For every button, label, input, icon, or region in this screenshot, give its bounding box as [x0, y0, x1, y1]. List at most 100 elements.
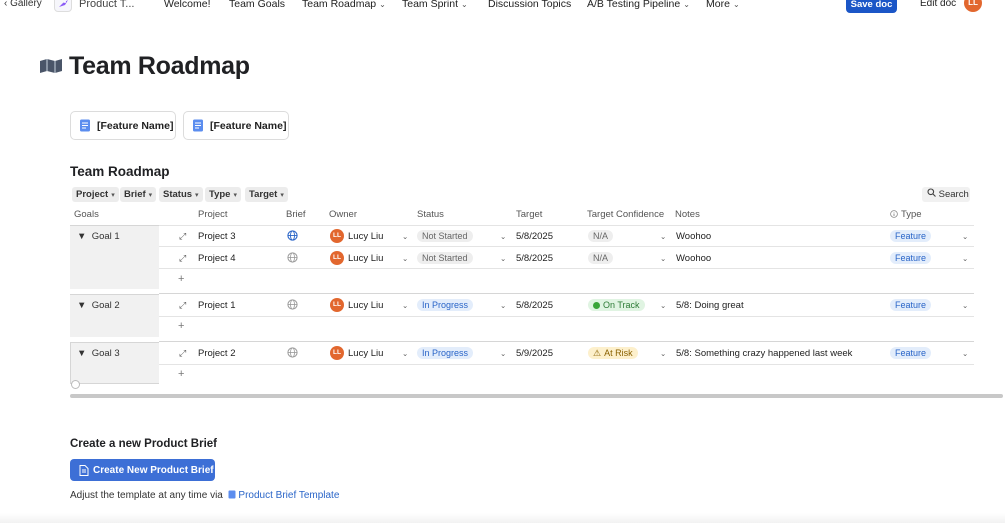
new-document-icon [79, 464, 89, 476]
project-cell[interactable]: Project 4 [198, 253, 236, 264]
group-toggle-goal-2[interactable]: ▼ Goal 2 [77, 300, 120, 311]
type-badge[interactable]: Feature [890, 230, 932, 242]
expand-row-icon[interactable]: ⤢ [179, 300, 186, 311]
nav-welcome[interactable]: Welcome! [164, 0, 211, 10]
column-header-goals[interactable]: Goals [74, 209, 99, 220]
chevron-down-icon[interactable]: ⌄ [962, 349, 968, 358]
nav-team-roadmap[interactable]: Team Roadmap ⌄ [302, 0, 386, 10]
table-search-button[interactable]: Search [922, 187, 970, 202]
confidence-badge[interactable]: N/A [588, 252, 614, 264]
target-cell[interactable]: 5/8/2025 [516, 253, 553, 264]
owner-cell[interactable]: Lucy Liu [348, 348, 383, 359]
column-header-status[interactable]: Status [417, 209, 444, 220]
chevron-down-icon[interactable]: ⌄ [660, 254, 666, 263]
type-badge[interactable]: Feature [890, 252, 932, 264]
chevron-down-icon[interactable]: ⌄ [660, 301, 666, 310]
chevron-down-icon[interactable]: ⌄ [402, 301, 408, 310]
save-doc-button[interactable]: Save doc [846, 0, 897, 13]
project-cell[interactable]: Project 1 [198, 300, 236, 311]
column-header-brief[interactable]: Brief [286, 209, 306, 220]
feature-card[interactable]: [Feature Name] [70, 111, 176, 140]
feature-card[interactable]: [Feature Name] [183, 111, 289, 140]
chevron-down-icon[interactable]: ⌄ [402, 254, 408, 263]
column-header-owner[interactable]: Owner [329, 209, 357, 220]
target-cell[interactable]: 5/9/2025 [516, 348, 553, 359]
column-header-label: Type [901, 209, 922, 220]
globe-icon[interactable] [287, 299, 298, 310]
gallery-back-link[interactable]: ‹ Gallery [4, 0, 42, 9]
notes-cell[interactable]: Woohoo [676, 231, 711, 242]
add-group-icon[interactable] [71, 380, 80, 389]
user-avatar[interactable]: LL [964, 0, 982, 12]
notes-cell[interactable]: 5/8: Doing great [676, 300, 744, 311]
column-header-notes[interactable]: Notes [675, 209, 700, 220]
chevron-down-icon[interactable]: ⌄ [500, 232, 506, 241]
chevron-down-icon[interactable]: ⌄ [402, 232, 408, 241]
chevron-down-icon[interactable]: ⌄ [962, 232, 968, 241]
status-badge[interactable]: Not Started [417, 230, 473, 242]
add-row-button[interactable]: + [178, 320, 184, 332]
doc-title[interactable]: Product T... [79, 0, 134, 10]
chevron-down-icon: ⌄ [379, 0, 386, 9]
type-badge[interactable]: Feature [890, 299, 932, 311]
chevron-down-icon[interactable]: ⌄ [660, 349, 666, 358]
table-horizontal-scrollbar[interactable] [70, 394, 1003, 398]
nav-discussion-topics[interactable]: Discussion Topics [488, 0, 571, 10]
filter-status[interactable]: Status ▾ [159, 187, 203, 202]
chevron-down-icon[interactable]: ⌄ [660, 232, 666, 241]
triangle-down-icon: ▼ [77, 231, 87, 242]
group-toggle-goal-1[interactable]: ▼ Goal 1 [77, 231, 120, 242]
chevron-down-icon[interactable]: ⌄ [500, 301, 506, 310]
add-row-button[interactable]: + [178, 273, 184, 285]
notes-cell[interactable]: 5/8: Something crazy happened last week [676, 348, 852, 359]
nav-label: Team Roadmap [302, 0, 377, 10]
status-badge[interactable]: In Progress [417, 299, 474, 311]
chevron-down-icon: ⌄ [732, 0, 740, 9]
expand-row-icon[interactable]: ⤢ [179, 348, 186, 359]
chevron-down-icon[interactable]: ⌄ [402, 349, 408, 358]
status-badge[interactable]: In Progress [417, 347, 474, 359]
nav-team-sprint[interactable]: Team Sprint ⌄ [402, 0, 468, 10]
filter-brief[interactable]: Brief ▾ [120, 187, 157, 202]
chevron-down-icon[interactable]: ⌄ [962, 301, 968, 310]
chevron-down-icon[interactable]: ⌄ [500, 254, 506, 263]
owner-cell[interactable]: Lucy Liu [348, 253, 383, 264]
expand-row-icon[interactable]: ⤢ [179, 253, 186, 264]
confidence-badge[interactable]: N/A [588, 230, 614, 242]
group-toggle-goal-3[interactable]: ▼ Goal 3 [77, 348, 120, 359]
nav-ab-testing-pipeline[interactable]: A/B Testing Pipeline ⌄ [587, 0, 690, 10]
expand-row-icon[interactable]: ⤢ [179, 231, 186, 242]
owner-cell[interactable]: Lucy Liu [348, 231, 383, 242]
filter-project[interactable]: Project ▾ [72, 187, 119, 202]
nav-team-goals[interactable]: Team Goals [229, 0, 285, 10]
globe-icon[interactable] [287, 230, 298, 241]
owner-cell[interactable]: Lucy Liu [348, 300, 383, 311]
edit-doc-button[interactable]: Edit doc [920, 0, 956, 9]
globe-icon[interactable] [287, 347, 298, 358]
create-product-brief-button[interactable]: Create New Product Brief [70, 459, 215, 481]
chevron-down-icon[interactable]: ⌄ [500, 349, 506, 358]
column-header-type[interactable]: Type [890, 209, 922, 220]
filter-target[interactable]: Target ▾ [245, 187, 288, 202]
target-cell[interactable]: 5/8/2025 [516, 231, 553, 242]
add-row-button[interactable]: + [178, 368, 184, 380]
product-brief-template-link[interactable]: Product Brief Template [238, 490, 339, 501]
target-cell[interactable]: 5/8/2025 [516, 300, 553, 311]
filter-type[interactable]: Type ▾ [205, 187, 241, 202]
chevron-down-icon[interactable]: ⌄ [962, 254, 968, 263]
globe-icon[interactable] [287, 252, 298, 263]
chevron-down-icon: ▾ [280, 192, 284, 199]
document-icon [193, 119, 203, 132]
column-header-target[interactable]: Target [516, 209, 542, 220]
info-icon [890, 210, 898, 218]
nav-more[interactable]: More ⌄ [706, 0, 740, 10]
confidence-badge[interactable]: ⚠ At Risk [588, 347, 638, 359]
type-badge[interactable]: Feature [890, 347, 932, 359]
status-badge[interactable]: Not Started [417, 252, 473, 264]
project-cell[interactable]: Project 2 [198, 348, 236, 359]
column-header-target-confidence[interactable]: Target Confidence [587, 209, 664, 220]
notes-cell[interactable]: Woohoo [676, 253, 711, 264]
column-header-project[interactable]: Project [198, 209, 228, 220]
project-cell[interactable]: Project 3 [198, 231, 236, 242]
confidence-badge[interactable]: On Track [588, 299, 645, 311]
